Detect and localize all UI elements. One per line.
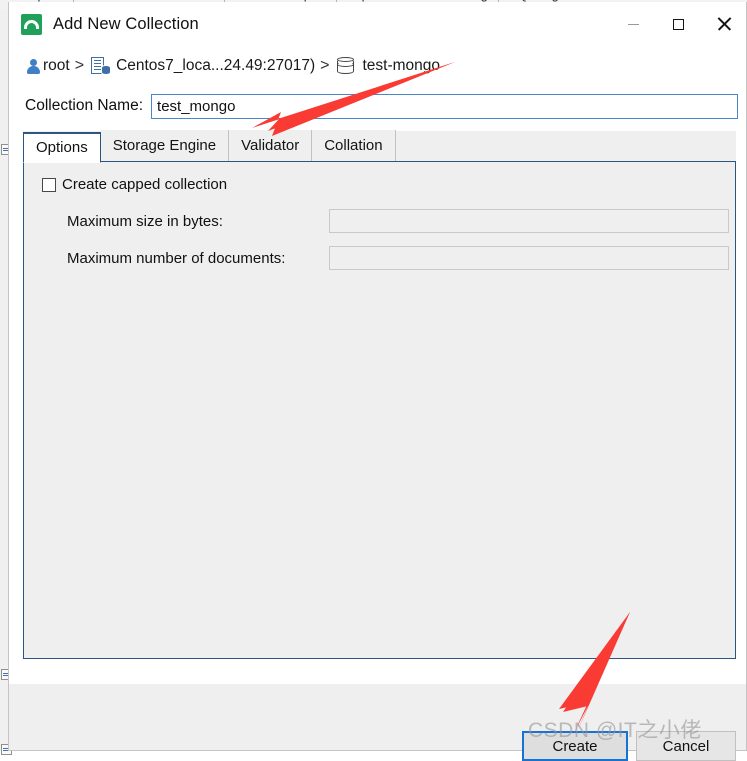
tab-options[interactable]: Options [23,131,101,163]
collection-name-input[interactable] [151,93,738,119]
breadcrumb-separator: > [320,57,330,74]
create-button[interactable]: Create [522,731,628,761]
max-size-input[interactable] [329,209,729,233]
breadcrumb: root > Centos7_loca...24.49:27017) > tes… [9,46,746,86]
server-database-icon [91,57,112,75]
max-documents-row: Maximum number of documents: [42,246,735,270]
tab-storage-engine[interactable]: Storage Engine [100,130,230,161]
tab-collation[interactable]: Collation [312,130,396,161]
breadcrumb-item-root[interactable]: root [43,57,70,75]
navicat-leaf-icon [21,13,42,35]
dialog-titlebar: Add New Collection [9,2,746,46]
breadcrumb-item-connection[interactable]: Centos7_loca...24.49:27017) [116,57,315,75]
window-controls [611,2,746,46]
max-size-label: Maximum size in bytes: [67,212,223,230]
options-tab-panel: Create capped collection Maximum size in… [23,162,736,659]
create-capped-collection-row[interactable]: Create capped collection [42,176,735,193]
collection-name-row: Collection Name: [9,86,746,126]
database-icon [337,56,355,75]
cancel-button[interactable]: Cancel [636,731,736,761]
tab-validator[interactable]: Validator [229,130,313,161]
create-capped-collection-label: Create capped collection [62,176,228,193]
max-documents-input[interactable] [329,246,729,270]
breadcrumb-item-database[interactable]: test-mongo [362,57,440,75]
max-documents-label: Maximum number of documents: [67,249,286,267]
user-icon [25,58,41,74]
tab-strip: Options Storage Engine Validator Collati… [23,130,736,163]
breadcrumb-separator: > [74,57,85,74]
close-icon[interactable] [701,2,746,46]
dialog-title: Add New Collection [53,14,199,33]
dialog-footer: Create Cancel [9,684,746,761]
maximize-icon[interactable] [656,2,701,46]
max-size-row: Maximum size in bytes: [42,209,735,233]
collection-name-label: Collection Name: [25,97,144,114]
minimize-icon[interactable] [611,2,656,46]
add-new-collection-dialog: Add New Collection root > Centos7_loca..… [8,2,747,761]
create-button-label[interactable]: Create [552,738,597,755]
create-capped-collection-checkbox[interactable] [42,177,56,192]
tabs-container: Options Storage Engine Validator Collati… [23,130,736,163]
